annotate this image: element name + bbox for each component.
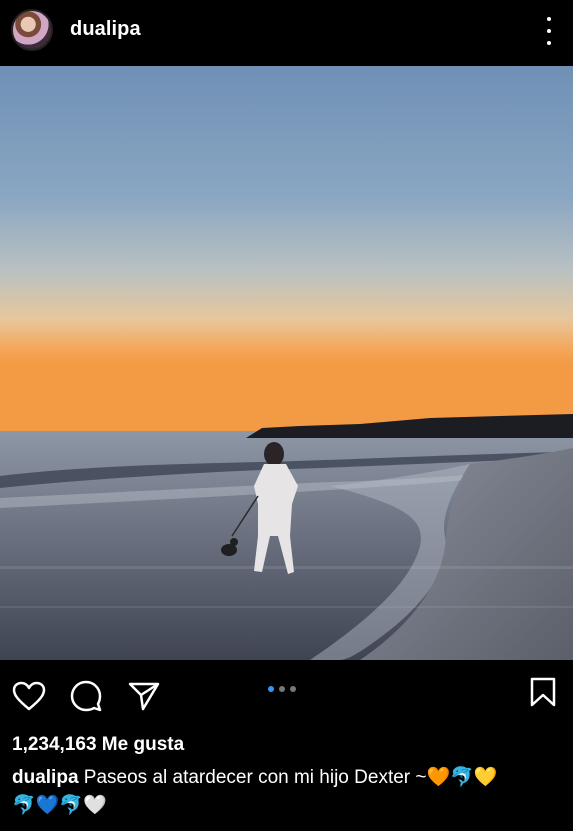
post-header: dualipa bbox=[0, 0, 573, 62]
heart-icon[interactable] bbox=[12, 681, 46, 711]
avatar[interactable] bbox=[11, 9, 53, 51]
carousel-dot bbox=[279, 686, 285, 692]
caption-username[interactable]: dualipa bbox=[12, 767, 79, 788]
caption-emojis-line1: 🧡🐬💛 bbox=[426, 767, 498, 788]
post-username[interactable]: dualipa bbox=[70, 18, 141, 41]
caption-text: Paseos al atardecer con mi hijo Dexter ~ bbox=[83, 767, 427, 788]
carousel-dot bbox=[290, 686, 296, 692]
post-photo[interactable] bbox=[0, 66, 573, 660]
share-icon[interactable] bbox=[128, 681, 160, 711]
carousel-dot-active bbox=[268, 686, 274, 692]
post-action-bar bbox=[0, 668, 573, 718]
comment-icon[interactable] bbox=[70, 680, 102, 712]
carousel-indicator bbox=[268, 686, 296, 692]
bookmark-icon[interactable] bbox=[530, 677, 556, 707]
post-caption: dualipa Paseos al atardecer con mi hijo … bbox=[12, 764, 560, 820]
sunset-beach-image bbox=[0, 66, 573, 660]
likes-count[interactable]: 1,234,163 Me gusta bbox=[12, 734, 184, 756]
caption-emojis-line2: 🐬💙🐬🤍 bbox=[12, 795, 107, 816]
more-options-icon[interactable] bbox=[539, 17, 559, 45]
